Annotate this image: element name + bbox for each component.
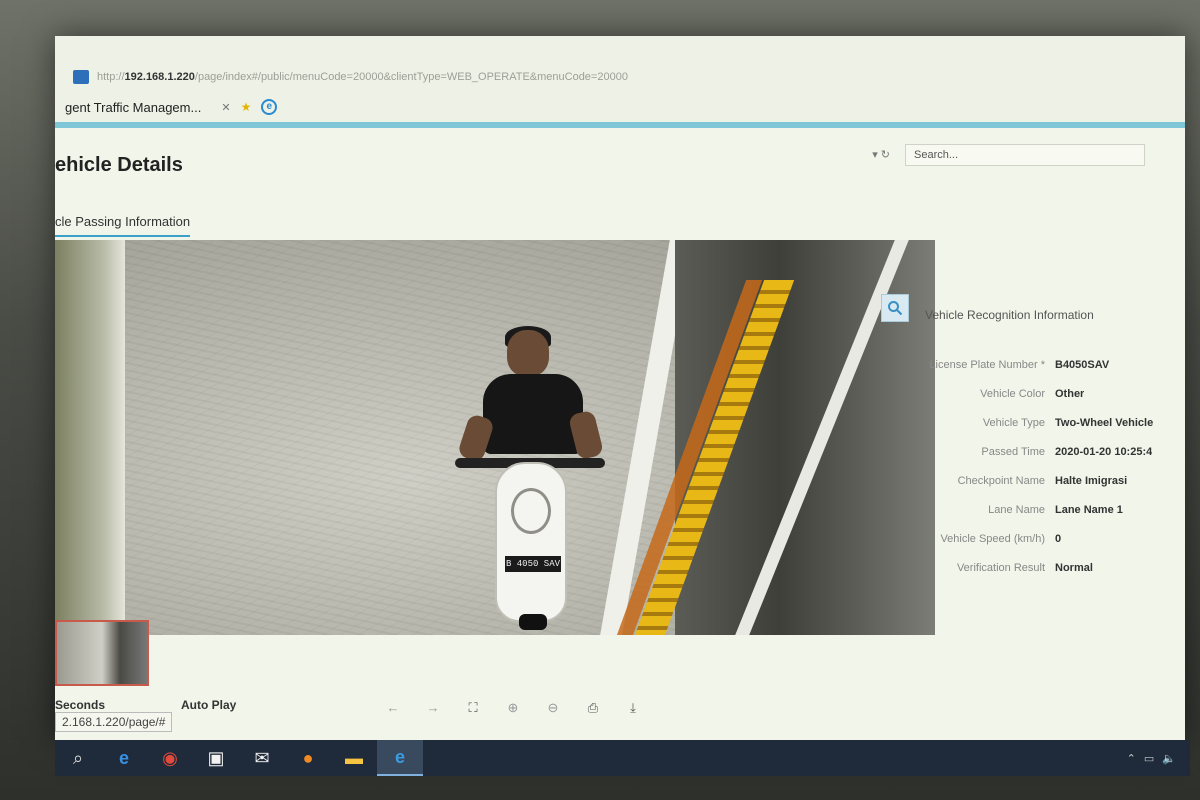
browser-chrome: http://192.168.1.220/page/index#/public/… — [55, 36, 1185, 128]
headlamp — [511, 488, 551, 534]
search-icon[interactable]: ⌕ — [55, 740, 101, 776]
info-label: Checkpoint Name — [957, 474, 1045, 487]
panel-title: Vehicle Recognition Information — [925, 308, 1094, 322]
projected-screen: http://192.168.1.220/page/index#/public/… — [55, 36, 1185, 740]
info-value: Other — [1055, 387, 1085, 400]
info-row-color: Vehicle Color Other — [925, 379, 1185, 408]
zoom-search-icon[interactable] — [881, 294, 909, 322]
info-row-lane: Lane Name Lane Name 1 — [925, 495, 1185, 524]
info-label: Lane Name — [988, 503, 1045, 516]
download-icon[interactable]: ⤓ — [625, 700, 641, 716]
url-prefix: http:// — [97, 71, 125, 83]
info-value: 2020-01-20 10:25:4 — [1055, 445, 1153, 458]
firefox-icon[interactable]: ● — [285, 740, 331, 776]
info-label: Vehicle Type — [982, 416, 1045, 429]
edge-icon[interactable]: e — [101, 740, 147, 776]
reload-icon[interactable]: ▾ ↻ — [872, 148, 890, 161]
info-value: B4050SAV — [1055, 358, 1110, 371]
close-tab-icon[interactable]: ✕ — [221, 101, 230, 114]
browser-tab[interactable]: gent Traffic Managem... — [55, 100, 211, 115]
file-explorer-icon[interactable]: ▬ — [331, 740, 377, 776]
info-row-checkpoint: Checkpoint Name Halte Imigrasi — [925, 466, 1185, 495]
info-label: Verification Result — [956, 561, 1045, 574]
detail-tabs: cle Passing Information — [55, 214, 270, 237]
next-icon[interactable]: → — [425, 700, 441, 716]
fit-screen-icon[interactable]: ⛶ — [465, 700, 481, 716]
license-plate: B 4050 SAV — [505, 556, 561, 572]
info-value: Two-Wheel Vehicle — [1055, 416, 1154, 429]
info-row-speed: Vehicle Speed (km/h) 0 — [925, 524, 1185, 553]
status-bar-url: 2.168.1.220/page/# — [55, 712, 173, 732]
auto-play-toggle[interactable]: Auto Play — [181, 698, 236, 712]
rider-head — [507, 330, 549, 376]
network-icon[interactable]: ▭ — [1144, 752, 1154, 765]
recognition-info-panel: Vehicle Recognition Information License … — [925, 308, 1185, 582]
vehicle-capture-image[interactable]: B 4050 SAV — [55, 240, 935, 635]
info-value: Lane Name 1 — [1055, 503, 1123, 516]
left-curb — [55, 240, 125, 635]
mail-icon[interactable]: ✉ — [239, 740, 285, 776]
store-icon[interactable]: ▣ — [193, 740, 239, 776]
chrome-icon[interactable]: ◉ — [147, 740, 193, 776]
volume-icon[interactable]: 🔈 — [1162, 752, 1176, 765]
info-value: Normal — [1055, 561, 1093, 574]
info-row-plate: License Plate Number * B4050SAV — [925, 350, 1185, 379]
zoom-in-icon[interactable]: ⊕ — [505, 700, 521, 716]
address-bar[interactable]: http://192.168.1.220/page/index#/public/… — [73, 66, 1123, 88]
page-icon — [73, 70, 89, 84]
info-value: Halte Imigrasi — [1055, 474, 1128, 487]
browser-search-input[interactable]: Search... — [905, 144, 1145, 166]
info-row-time: Passed Time 2020-01-20 10:25:4 — [925, 437, 1185, 466]
image-toolbar: ← → ⛶ ⊕ ⊖ ⎙ ⤓ — [385, 700, 641, 716]
motorcycle-rider: B 4050 SAV — [455, 326, 605, 630]
rider-left-arm — [456, 413, 496, 463]
info-row-verification: Verification Result Normal — [925, 553, 1185, 582]
favorite-star-icon[interactable]: ★ — [241, 100, 252, 114]
print-icon[interactable]: ⎙ — [585, 700, 601, 716]
page-title: ehicle Details — [55, 154, 183, 176]
info-label: Vehicle Speed (km/h) — [940, 532, 1045, 545]
info-value: 0 — [1055, 532, 1062, 545]
prev-icon[interactable]: ← — [385, 700, 401, 716]
taskbar: ⌕ e ◉ ▣ ✉ ● ▬ e ⌃ ▭ 🔈 — [55, 740, 1190, 776]
info-label: Vehicle Color — [980, 387, 1045, 400]
tab-vehicle-passing[interactable]: cle Passing Information — [55, 214, 191, 237]
seconds-label: Seconds — [55, 698, 106, 712]
capture-thumbnail[interactable] — [55, 620, 149, 686]
info-label: License Plate Number * — [929, 358, 1045, 371]
tray-chevron-icon[interactable]: ⌃ — [1127, 752, 1136, 765]
front-wheel — [519, 614, 547, 630]
info-row-type: Vehicle Type Two-Wheel Vehicle — [925, 408, 1185, 437]
zoom-out-icon[interactable]: ⊖ — [545, 700, 561, 716]
info-label: Passed Time — [981, 445, 1045, 458]
url-path: /page/index#/public/menuCode=20000&clien… — [194, 71, 628, 83]
url-host: 192.168.1.220 — [124, 71, 195, 83]
url-text[interactable]: http://192.168.1.220/page/index#/public/… — [97, 71, 628, 83]
rider-shirt — [483, 374, 583, 454]
tab-strip: gent Traffic Managem... ✕ ★ e — [55, 96, 278, 118]
internet-explorer-icon[interactable]: e — [377, 740, 423, 776]
scooter: B 4050 SAV — [495, 462, 567, 630]
system-tray[interactable]: ⌃ ▭ 🔈 — [1127, 752, 1190, 765]
new-tab-ie-icon[interactable]: e — [261, 99, 278, 115]
